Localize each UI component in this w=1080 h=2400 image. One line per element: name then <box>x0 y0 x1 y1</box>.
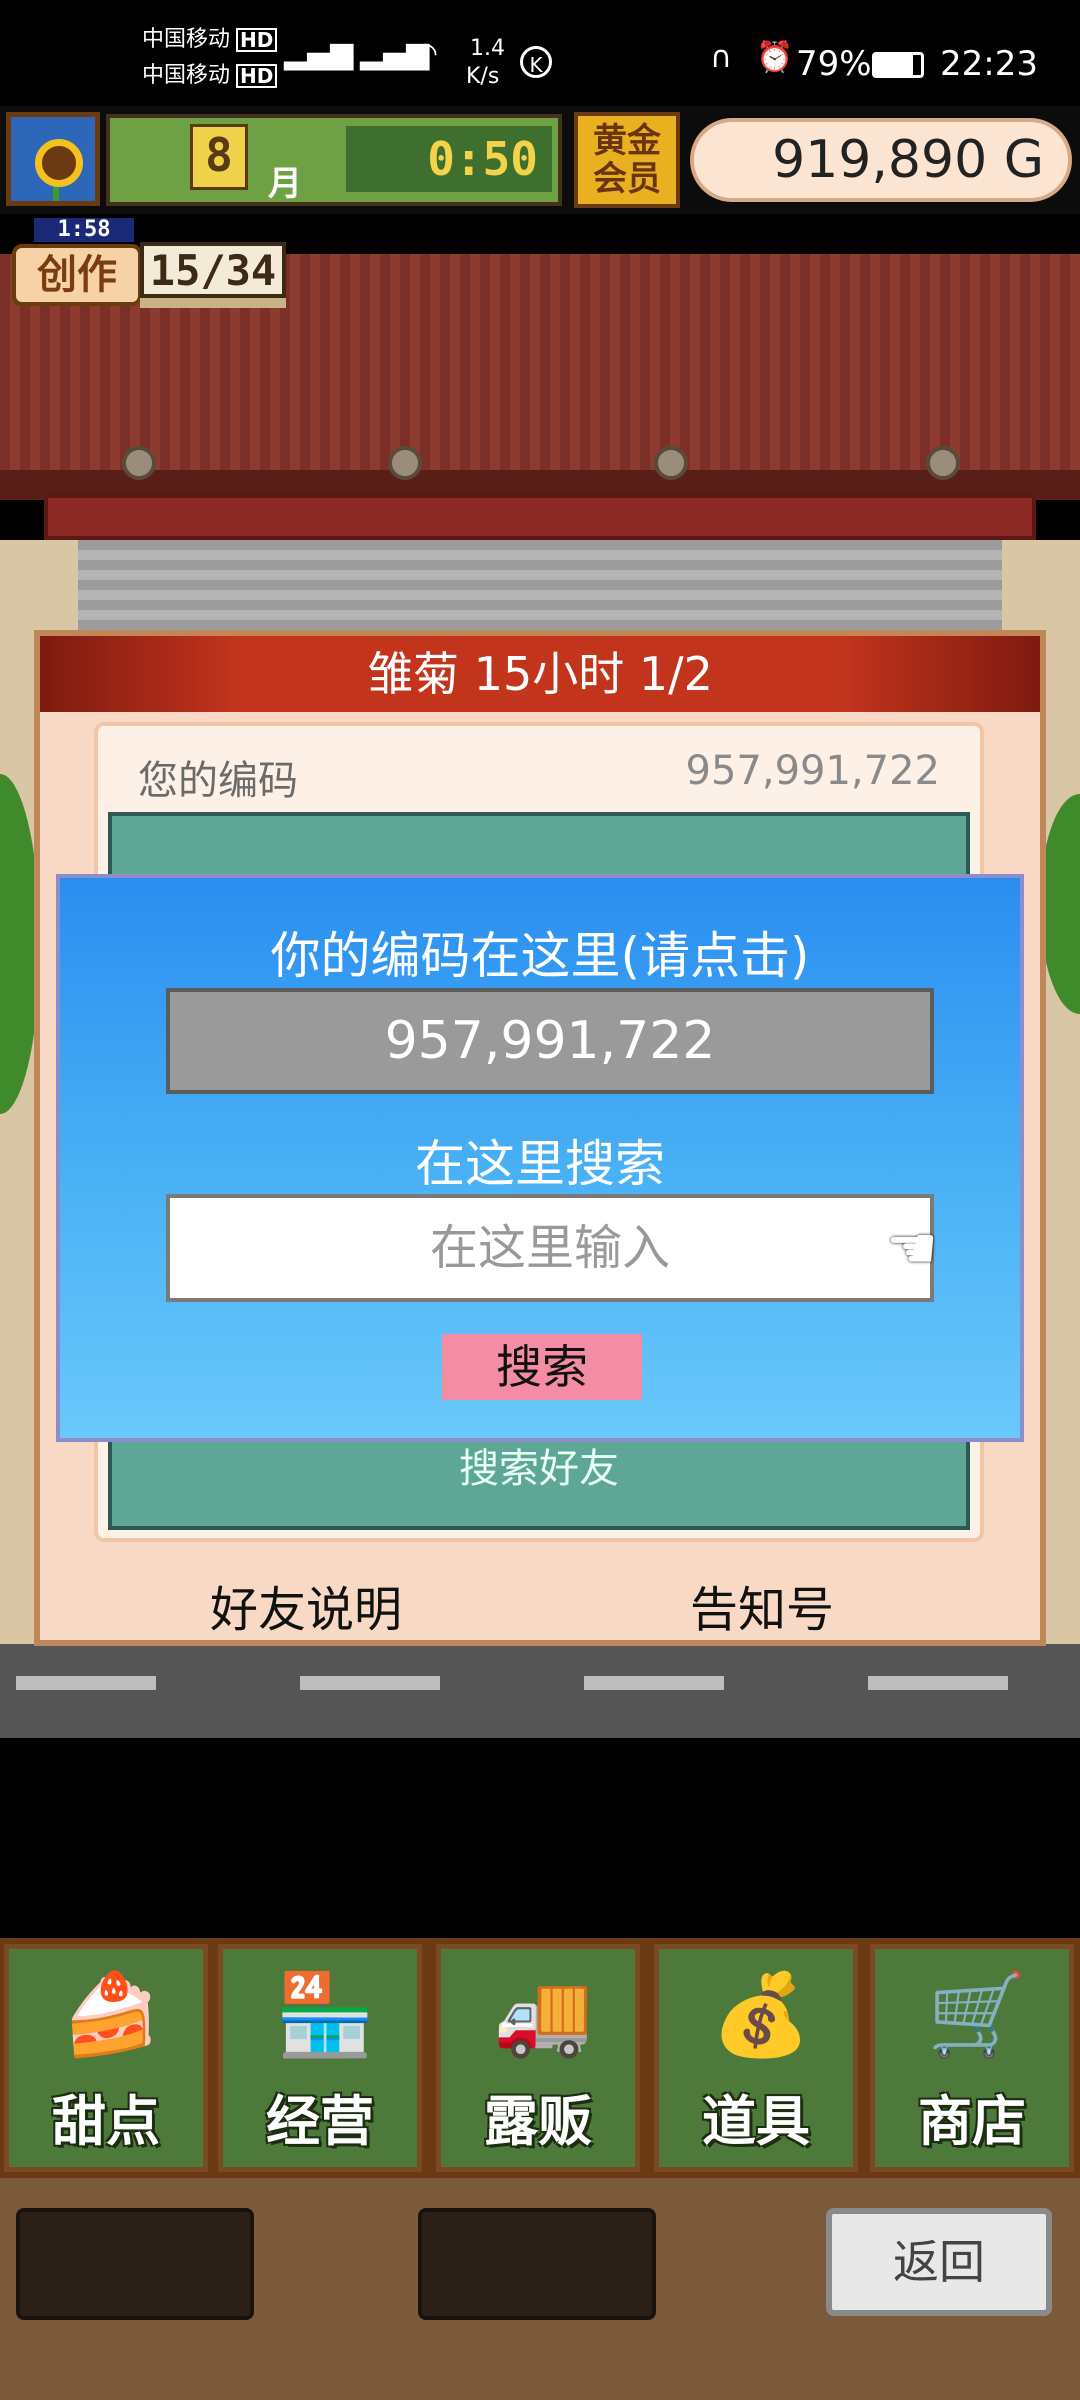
game-clock: 0:50 <box>427 132 538 186</box>
panel-title: 雏菊 15小时 1/2 <box>40 636 1040 712</box>
signal-icon: ▂▄▆ <box>284 36 354 71</box>
money-value: 919,890 G <box>772 130 1044 190</box>
money-display: 919,890 G <box>690 118 1072 202</box>
clock: 22:23 <box>940 44 1038 84</box>
code-value: 957,991,722 <box>685 748 940 794</box>
menu-food-truck-button[interactable]: 🚚 露贩 <box>436 1944 640 2172</box>
headset-icon: ∩ <box>710 40 732 75</box>
cake-icon: 🍰 <box>61 1968 161 2061</box>
menu-label: 道具 <box>702 2090 810 2153</box>
code-search-dialog: 你的编码在这里(请点击) 957,991,722 在这里搜索 在这里输入 ☚ 搜… <box>56 874 1024 1442</box>
bottom-dock: 返回 <box>0 2178 1080 2400</box>
menu-label: 露贩 <box>484 2090 592 2153</box>
notify-number-button[interactable]: 告知号 <box>690 1570 834 1640</box>
k-icon: K <box>520 46 552 78</box>
wifi-icon: ◠ <box>412 36 439 71</box>
battery-icon <box>872 52 924 78</box>
shop-awning <box>44 494 1036 540</box>
dock-slot[interactable] <box>418 2208 656 2320</box>
shopping-cart-icon: 🛒 <box>927 1968 1027 2061</box>
menu-label: 经营 <box>266 2090 374 2153</box>
search-title: 在这里搜索 <box>415 1135 665 1193</box>
friend-info-button[interactable]: 好友说明 <box>210 1570 402 1640</box>
month-number: 8 <box>190 124 248 190</box>
menu-label: 甜点 <box>52 2090 160 2153</box>
search-button[interactable]: 搜索 <box>442 1334 642 1400</box>
battery-percent: 79% <box>796 44 872 84</box>
network-speed: 1.4 <box>470 36 505 61</box>
creation-badge[interactable]: 创作 <box>12 244 142 306</box>
menu-dessert-button[interactable]: 🍰 甜点 <box>4 1944 208 2172</box>
gold-member-badge[interactable]: 黄金会员 <box>574 112 680 208</box>
road <box>0 1644 1080 1738</box>
main-menu: 🍰 甜点 🏪 经营 🚚 露贩 💰 道具 🛒 商店 <box>0 1938 1080 2178</box>
menu-label: 商店 <box>918 2090 1026 2153</box>
pointer-hand-icon: ☚ <box>886 1214 938 1282</box>
status-bar: 中国移动 中国移动 HD HD ▂▄▆ ▂▄▆ ◠ 1.4 K/s K ∩ ⏰ … <box>0 0 1080 106</box>
dock-slot[interactable] <box>16 2208 254 2320</box>
menu-manage-button[interactable]: 🏪 经营 <box>218 1944 422 2172</box>
code-label: 您的编码 <box>138 758 298 804</box>
shop-icon: 🏪 <box>275 1968 375 2061</box>
top-hud: 8 月 0:50 黄金会员 919,890 G <box>0 106 1080 214</box>
creation-timer: 1:58 <box>34 218 134 242</box>
my-code-display[interactable]: 957,991,722 <box>166 988 934 1094</box>
back-button[interactable]: 返回 <box>826 2208 1052 2316</box>
hd-icon-2: HD <box>236 64 278 88</box>
item-bag-icon: 💰 <box>711 1968 811 2061</box>
date-panel: 8 月 0:50 <box>106 114 562 206</box>
search-input[interactable]: 在这里输入 <box>166 1194 934 1302</box>
search-friend-label-bottom: 搜索好友 <box>459 1446 619 1492</box>
lamp-icon <box>122 446 156 480</box>
menu-store-button[interactable]: 🛒 商店 <box>870 1944 1074 2172</box>
creation-progress <box>140 298 286 308</box>
lamp-icon <box>926 446 960 480</box>
sunflower-icon[interactable] <box>6 112 100 206</box>
alarm-icon: ⏰ <box>756 40 794 75</box>
menu-items-button[interactable]: 💰 道具 <box>654 1944 858 2172</box>
carrier-1: 中国移动 <box>142 27 231 52</box>
lamp-icon <box>388 446 422 480</box>
carrier-2: 中国移动 <box>142 63 231 88</box>
hd-icon: HD <box>236 28 278 52</box>
lamp-icon <box>654 446 688 480</box>
network-speed-unit: K/s <box>466 64 500 89</box>
food-truck-icon: 🚚 <box>493 1968 593 2061</box>
month-label: 月 <box>268 164 302 204</box>
creation-count: 15/34 <box>140 242 286 298</box>
dialog-title: 你的编码在这里(请点击) <box>270 927 810 985</box>
